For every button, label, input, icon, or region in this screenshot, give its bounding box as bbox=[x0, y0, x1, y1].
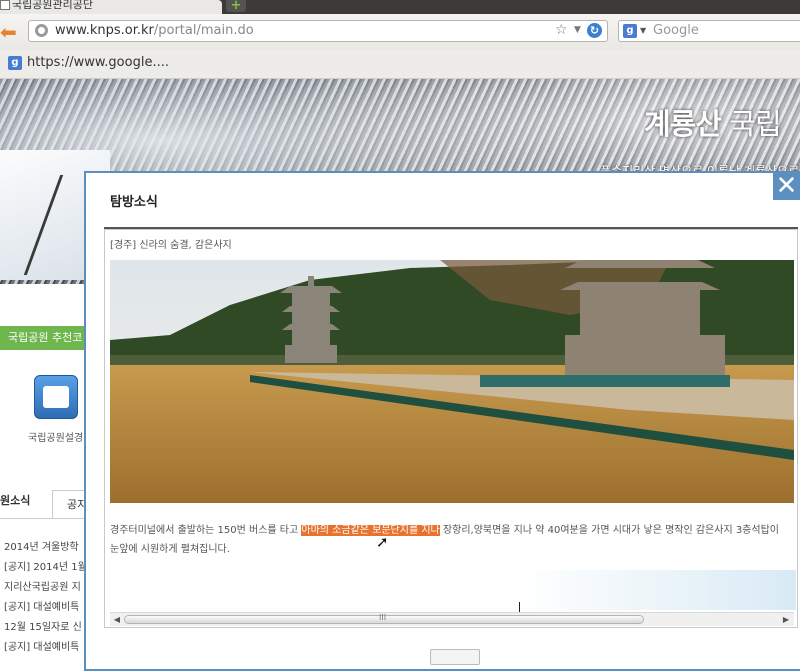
breadcrumb: [경주] 신라의 숨결, 감은사지 bbox=[110, 240, 232, 251]
list-item[interactable]: 12월 15일자로 신 bbox=[4, 618, 82, 633]
scroll-thumb[interactable]: III bbox=[124, 613, 644, 624]
scroll-right-icon[interactable]: ▶ bbox=[780, 614, 792, 625]
close-button[interactable]: ✕ bbox=[773, 173, 800, 200]
bookmark-favicon-icon: g bbox=[8, 56, 22, 70]
chevron-down-icon[interactable]: ▼ bbox=[574, 25, 581, 35]
content-background bbox=[520, 570, 796, 610]
divider bbox=[0, 518, 86, 519]
new-tab-button[interactable]: + bbox=[226, 0, 246, 12]
search-engine-icon[interactable]: g bbox=[623, 24, 637, 38]
modal-title: 탐방소식 bbox=[110, 195, 158, 210]
app-label[interactable]: 국립공원설경 bbox=[28, 429, 83, 444]
search-bar[interactable]: g ▼ Google bbox=[618, 20, 800, 42]
tab-news[interactable]: 원소식 bbox=[0, 492, 30, 508]
tab-title: 국립공원관리공단 bbox=[12, 0, 93, 11]
page-icon bbox=[0, 0, 10, 10]
url-text[interactable]: www.knps.or.kr/portal/main.do bbox=[55, 23, 254, 39]
recommend-bar[interactable]: 국립공원 추천코 bbox=[0, 326, 86, 350]
reload-icon[interactable]: ↻ bbox=[587, 23, 602, 38]
modal-button[interactable] bbox=[430, 649, 480, 665]
hero-title: 계룡산 국립 bbox=[644, 107, 782, 141]
article-description: 경주터미널에서 출발하는 150번 버스를 타고 아마의 소금같은 보문단지를 … bbox=[110, 525, 779, 555]
list-item[interactable]: 2014년 겨울방학 bbox=[4, 538, 79, 553]
url-bar[interactable]: www.knps.or.kr/portal/main.do ☆ ▼ ↻ bbox=[28, 20, 608, 42]
list-item[interactable]: [공지] 대설예비특 bbox=[4, 638, 79, 653]
bookmarks-bar: g https://www.google.... bbox=[0, 50, 800, 79]
list-item[interactable]: 지리산국립공원 지 bbox=[4, 578, 81, 593]
horizontal-scrollbar[interactable]: ◀ III ▶ bbox=[110, 612, 794, 626]
temple-photo bbox=[110, 260, 794, 503]
mouse-cursor-icon: ➚ bbox=[376, 533, 389, 551]
app-icon[interactable] bbox=[34, 375, 78, 419]
temple-photo-image bbox=[110, 260, 794, 503]
browser-tab[interactable]: 국립공원관리공단 bbox=[0, 0, 222, 14]
list-item[interactable]: [공지] 2014년 1월 bbox=[4, 558, 87, 573]
chevron-down-icon[interactable]: ▼ bbox=[640, 26, 646, 35]
tab-bar: 국립공원관리공단 + bbox=[0, 0, 800, 14]
scroll-left-icon[interactable]: ◀ bbox=[111, 614, 123, 625]
back-arrow-icon[interactable]: ⬅ bbox=[0, 22, 22, 42]
bookmark-link[interactable]: https://www.google.... bbox=[27, 55, 169, 71]
list-item[interactable]: [공지] 대설예비특 bbox=[4, 598, 79, 613]
selected-text[interactable]: 아마의 소금같은 보문단지를 지나 bbox=[301, 525, 440, 536]
search-input[interactable]: Google bbox=[653, 23, 699, 39]
star-icon[interactable]: ☆ bbox=[555, 22, 568, 38]
globe-icon bbox=[35, 24, 48, 37]
